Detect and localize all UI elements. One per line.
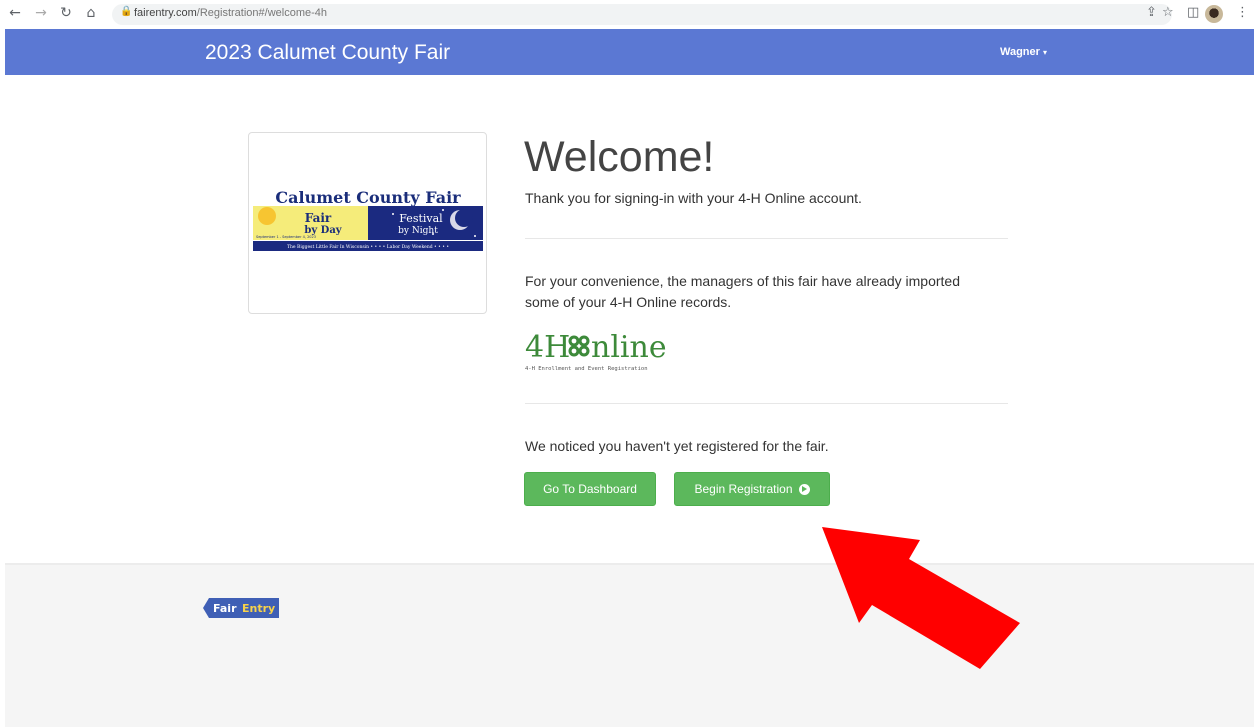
divider: [525, 403, 1008, 404]
fair-by-day-line1: Fair: [305, 211, 332, 225]
url-text[interactable]: fairentry.com/Registration#/welcome-4h: [134, 7, 327, 19]
page-footer: [5, 563, 1254, 727]
arrow-circle-right-icon: [798, 483, 810, 495]
user-name: Wagner: [1000, 46, 1040, 58]
reload-icon[interactable]: ↻: [58, 5, 74, 21]
begin-registration-label: Begin Registration: [694, 482, 793, 496]
fair-brand-title[interactable]: 2023 Calumet County Fair: [205, 41, 450, 65]
4h-logo-subtitle: 4-H Enrollment and Event Registration: [525, 366, 648, 372]
copyright-text: © ationMax LLC: [900, 600, 980, 612]
clover-icon: [568, 335, 590, 357]
convenience-text: For your convenience, the managers of th…: [525, 273, 961, 310]
home-icon[interactable]: ⌂: [83, 5, 99, 21]
side-panel-icon[interactable]: ◫: [1187, 5, 1199, 20]
user-menu[interactable]: Wagner ▾: [1000, 46, 1047, 58]
go-to-dashboard-label: Go To Dashboard: [543, 482, 637, 496]
lock-icon[interactable]: 🔒: [120, 6, 132, 17]
browser-toolbar: ← → ↻ ⌂ 🔒 fairentry.com/Registration#/we…: [0, 0, 1254, 29]
fair-logo-title: Calumet County Fair: [275, 188, 461, 207]
forward-icon[interactable]: →: [33, 5, 49, 21]
signin-thanks-text: Thank you for signing-in with your 4-H O…: [525, 190, 862, 206]
4h-online-logo: 4H nline 4-H Enrollment and Event Regist…: [525, 330, 667, 372]
profile-avatar[interactable]: [1205, 5, 1223, 23]
top-navbar: 2023 Calumet County Fair Wagner ▾: [5, 29, 1254, 75]
fairentry-logo-entry: Entry: [242, 602, 275, 615]
menu-kebab-icon[interactable]: ⋮: [1236, 5, 1249, 20]
fair-dates: September 1 - September 4, 2023: [256, 235, 316, 239]
divider: [525, 238, 1008, 239]
caret-down-icon: ▾: [1042, 48, 1047, 57]
online-logo-text: nline: [591, 330, 667, 365]
fair-tagline: The Biggest Little Fair In Wisconsin • •…: [287, 244, 449, 250]
fairentry-logo[interactable]: Fair Entry: [203, 598, 279, 618]
fairentry-logo-fair: Fair: [213, 602, 237, 615]
back-icon[interactable]: ←: [7, 5, 23, 21]
go-to-dashboard-button[interactable]: Go To Dashboard: [524, 472, 656, 506]
festival-line2: by Night: [398, 226, 438, 236]
bookmark-star-icon[interactable]: ☆: [1162, 5, 1174, 20]
4h-logo-text: 4H: [525, 330, 570, 365]
not-registered-text: We noticed you haven't yet registered fo…: [525, 438, 829, 454]
festival-line1: Festival: [399, 212, 443, 225]
welcome-heading: Welcome!: [524, 133, 715, 181]
begin-registration-button[interactable]: Begin Registration: [674, 472, 830, 506]
share-icon[interactable]: ⇪: [1146, 5, 1157, 20]
calumet-fair-logo: Calumet County Fair Fair by Day Festival…: [253, 188, 483, 251]
